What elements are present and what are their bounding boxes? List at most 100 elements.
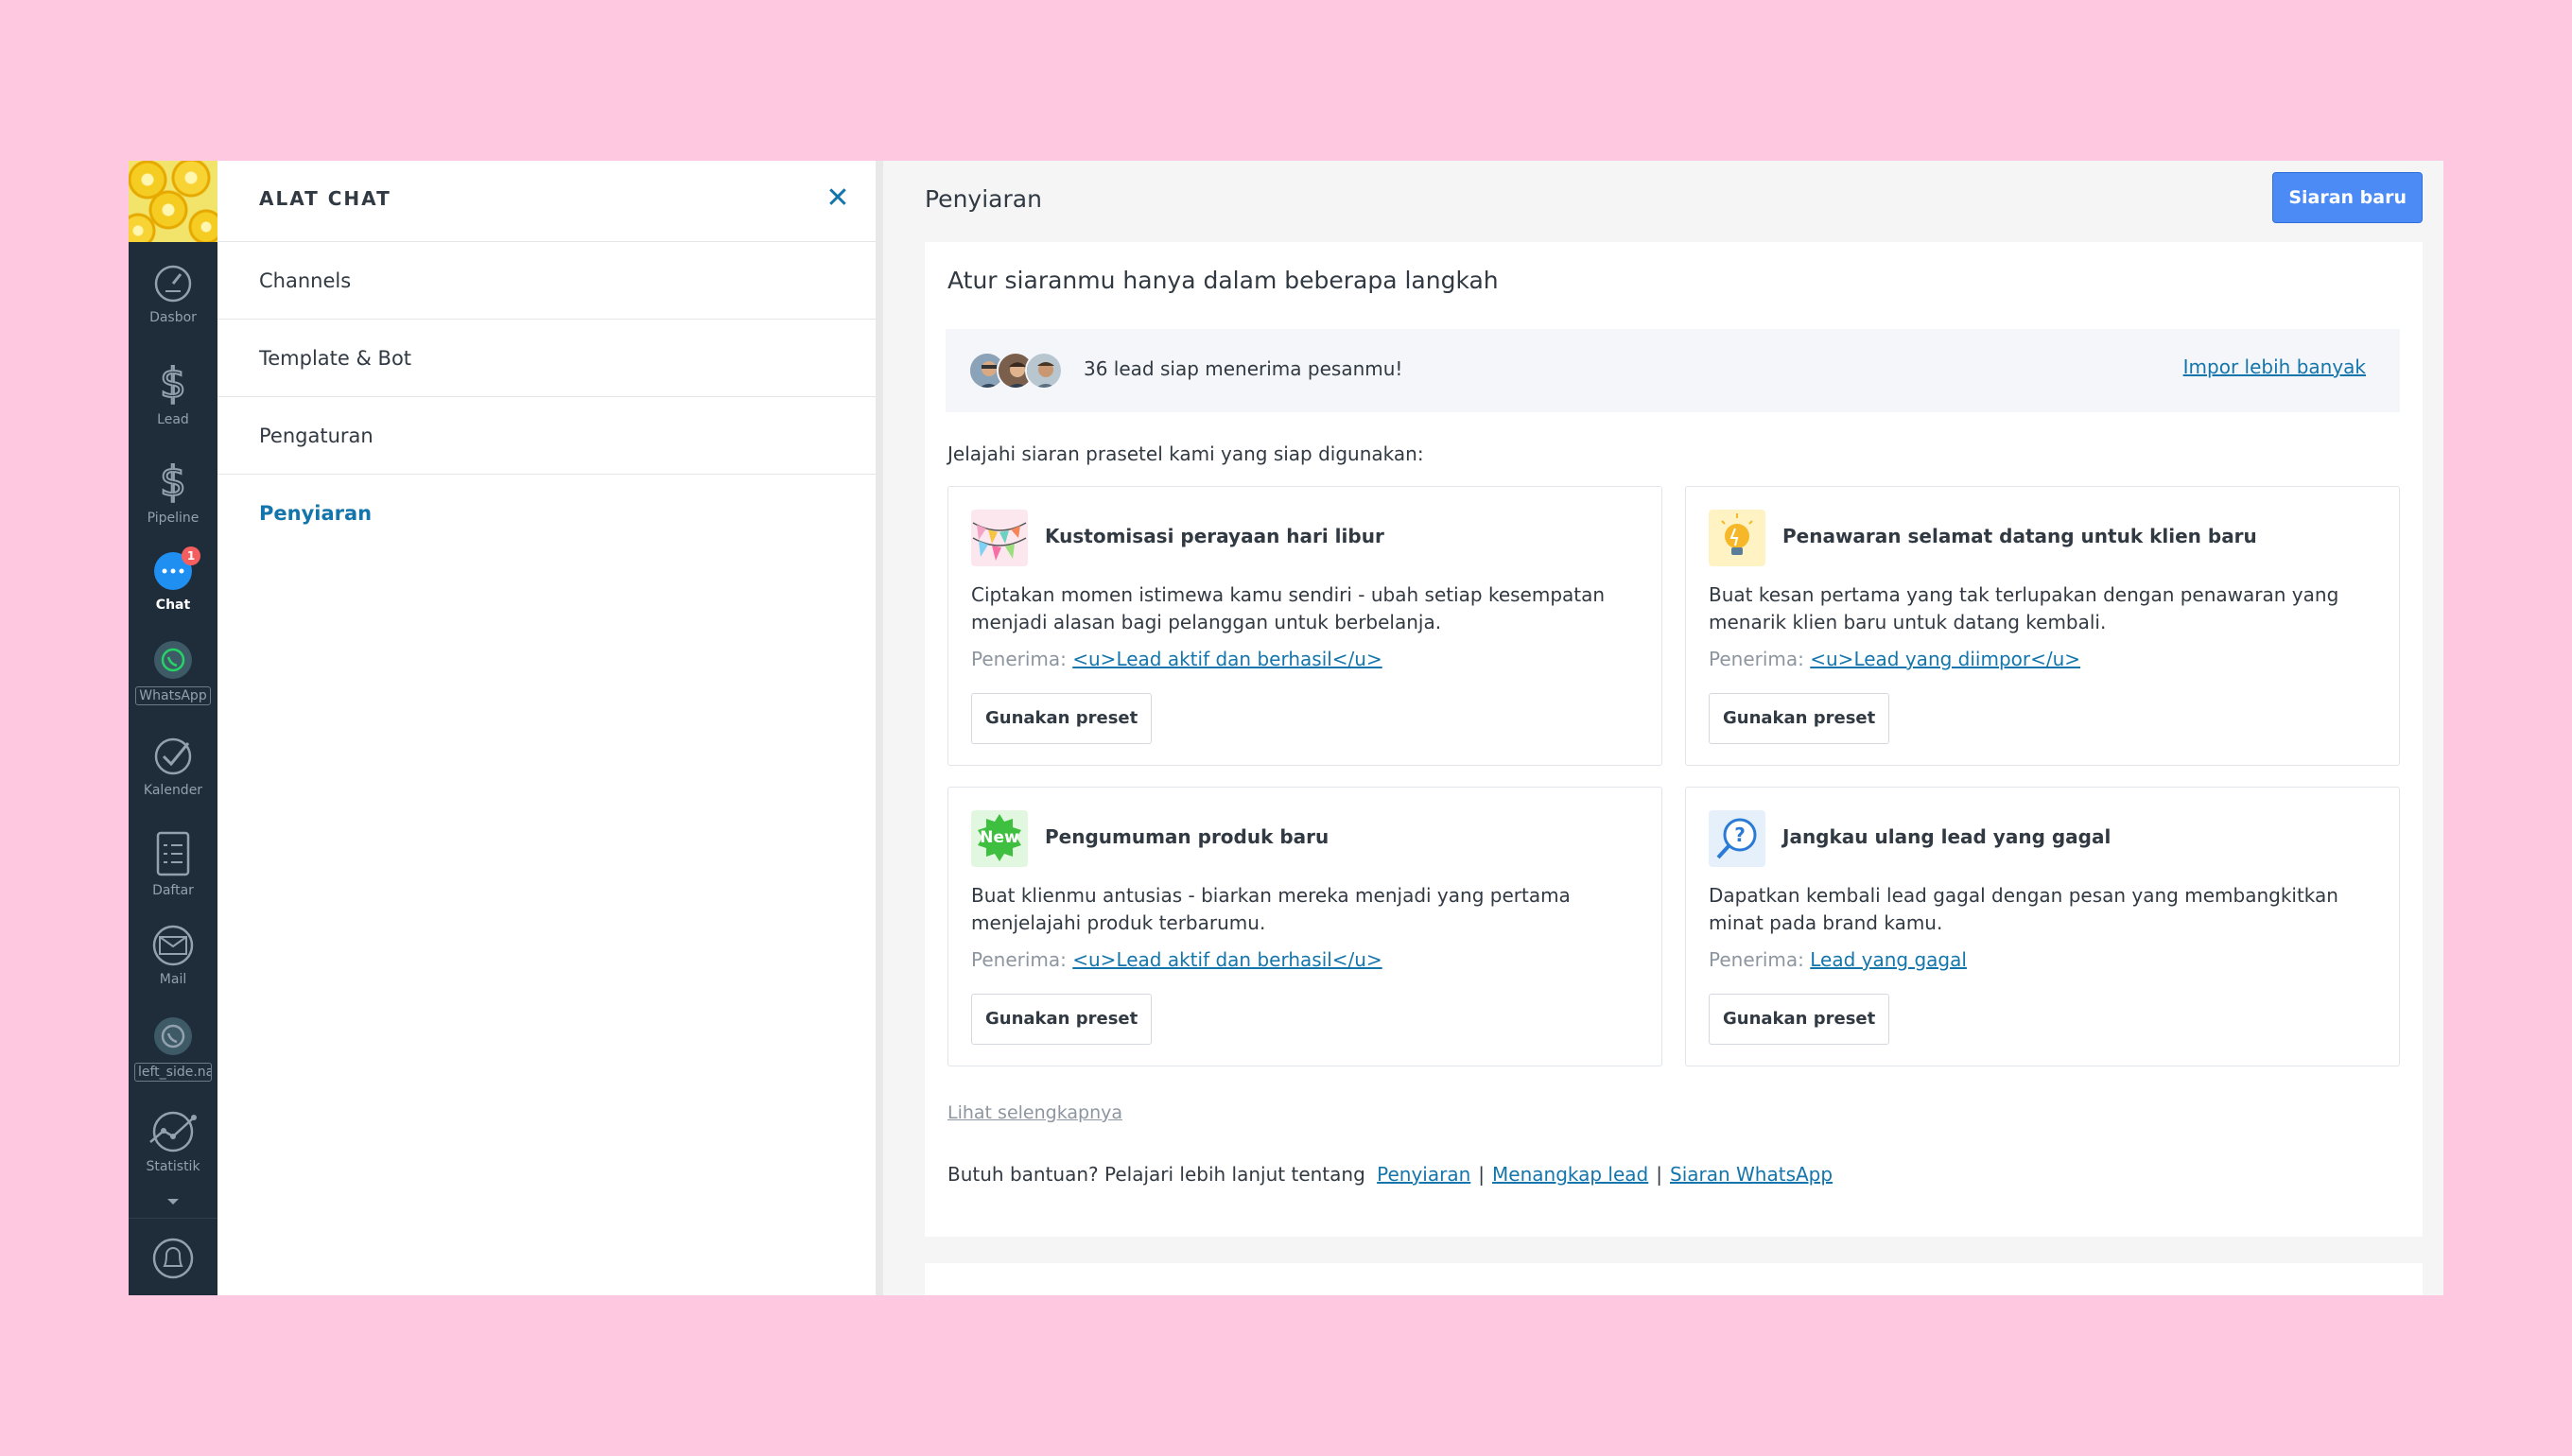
- left-rail: Dasbor $ Lead $ Pipeline 1 Chat WhatsApp…: [129, 161, 217, 1295]
- help-link-penyiaran[interactable]: Penyiaran: [1377, 1163, 1470, 1186]
- panel-item-penyiaran[interactable]: Penyiaran: [217, 475, 876, 552]
- preset-card-new-product: New Pengumuman produk baru Buat klienmu …: [947, 787, 1662, 1066]
- leads-count-text: 36 lead siap menerima pesanmu!: [1084, 357, 1403, 380]
- recipient-link[interactable]: <u>Lead aktif dan berhasil</u>: [1072, 948, 1382, 971]
- page-title: Penyiaran: [925, 185, 1042, 213]
- stats-icon: [149, 1111, 197, 1153]
- panel-item-pengaturan[interactable]: Pengaturan: [217, 397, 876, 475]
- help-link-menangkap-lead[interactable]: Menangkap lead: [1492, 1163, 1648, 1186]
- use-preset-button[interactable]: Gunakan preset: [1709, 693, 1890, 744]
- new-badge-text: New: [980, 828, 1019, 847]
- preset-description: Dapatkan kembali lead gagal dengan pesan…: [1709, 884, 2338, 934]
- rail-label: Statistik: [146, 1159, 200, 1174]
- preset-card-welcome: Penawaran selamat datang untuk klien bar…: [1685, 486, 2400, 766]
- rail-item-pipeline[interactable]: $ Pipeline: [129, 458, 217, 526]
- question-search-icon: ?: [1709, 810, 1765, 867]
- rail-item-daftar[interactable]: Daftar: [129, 830, 217, 898]
- avatar-group: [968, 352, 1072, 390]
- new-broadcast-button[interactable]: Siaran baru: [2272, 172, 2423, 223]
- lightbulb-icon: [1709, 510, 1765, 566]
- use-preset-button[interactable]: Gunakan preset: [971, 693, 1153, 744]
- chevron-down-icon: [167, 1199, 179, 1205]
- preset-recipient: Penerima: <u>Lead aktif dan berhasil</u>: [971, 648, 1382, 670]
- main-content: Penyiaran Siaran baru Atur siaranmu hany…: [891, 161, 2443, 1295]
- new-badge-icon: New: [971, 810, 1028, 867]
- notifications-area: [129, 1218, 217, 1295]
- rail-item-dasbor[interactable]: Dasbor: [129, 263, 217, 325]
- rail-label: left_side.na: [134, 1063, 212, 1082]
- preset-title: Kustomisasi perayaan hari libur: [1045, 525, 1384, 547]
- svg-text:$: $: [160, 359, 186, 407]
- rail-label: Kalender: [143, 783, 203, 798]
- chat-badge: 1: [182, 546, 200, 565]
- svg-text:?: ?: [1734, 823, 1746, 846]
- party-flags-icon: [971, 510, 1028, 566]
- preset-description: Buat kesan pertama yang tak terlupakan d…: [1709, 583, 2339, 633]
- recipient-link[interactable]: <u>Lead yang diimpor</u>: [1810, 648, 2080, 670]
- help-line: Butuh bantuan? Pelajari lebih lanjut ten…: [947, 1163, 1833, 1186]
- rail-item-whatsapp[interactable]: WhatsApp: [129, 639, 217, 709]
- preset-card-failed-leads: ? Jangkau ulang lead yang gagal Dapatkan…: [1685, 787, 2400, 1066]
- rail-label: WhatsApp: [135, 686, 211, 705]
- recipient-label: Penerima:: [971, 948, 1067, 971]
- check-icon: [154, 737, 192, 775]
- setup-card: Atur siaranmu hanya dalam beberapa langk…: [925, 242, 2423, 1237]
- list-icon: [156, 831, 190, 876]
- dollar-icon: $: [159, 458, 187, 505]
- panel-item-channels[interactable]: Channels: [217, 242, 876, 320]
- help-text: Butuh bantuan? Pelajari lebih lanjut ten…: [947, 1163, 1365, 1186]
- help-separator: |: [1656, 1163, 1662, 1186]
- panel-title: ALAT CHAT: [259, 187, 391, 210]
- rail-label: Lead: [157, 412, 189, 427]
- import-more-link[interactable]: Impor lebih banyak: [2183, 355, 2366, 378]
- rail-item-kalender[interactable]: Kalender: [129, 736, 217, 798]
- preset-description: Buat klienmu antusias - biarkan mereka m…: [971, 884, 1571, 934]
- preset-title: Jangkau ulang lead yang gagal: [1782, 825, 2111, 848]
- preset-card-holiday: Kustomisasi perayaan hari libur Ciptakan…: [947, 486, 1662, 766]
- close-icon[interactable]: ✕: [823, 183, 853, 214]
- help-link-siaran-whatsapp[interactable]: Siaran WhatsApp: [1670, 1163, 1833, 1186]
- app-window: Dasbor $ Lead $ Pipeline 1 Chat WhatsApp…: [129, 161, 2443, 1295]
- see-more-link[interactable]: Lihat selengkapnya: [947, 1102, 1122, 1123]
- svg-text:$: $: [160, 458, 186, 505]
- rail-label: Pipeline: [147, 511, 200, 526]
- recipient-link[interactable]: <u>Lead aktif dan berhasil</u>: [1072, 648, 1382, 670]
- rail-item-statistik[interactable]: Statistik: [129, 1110, 217, 1174]
- preset-title: Pengumuman produk baru: [1045, 825, 1329, 848]
- rail-expand-button[interactable]: [129, 1195, 217, 1210]
- card-title: Atur siaranmu hanya dalam beberapa langk…: [947, 267, 1499, 294]
- next-section-card: [925, 1263, 2423, 1295]
- whatsapp-icon: [154, 641, 192, 679]
- rail-item-whatsapp-2[interactable]: left_side.na: [129, 1015, 217, 1085]
- account-logo[interactable]: [129, 161, 217, 242]
- chat-tools-panel: ALAT CHAT ✕ Channels Template & Bot Peng…: [217, 161, 883, 1295]
- preset-description: Ciptakan momen istimewa kamu sendiri - u…: [971, 583, 1606, 633]
- presets-intro: Jelajahi siaran prasetel kami yang siap …: [947, 442, 1424, 465]
- avatar: [1025, 352, 1063, 390]
- rail-label: Chat: [155, 598, 191, 613]
- mail-icon: [152, 925, 194, 966]
- preset-recipient: Penerima: <u>Lead yang diimpor</u>: [1709, 648, 2080, 670]
- leads-summary: 36 lead siap menerima pesanmu! Impor leb…: [946, 329, 2400, 412]
- rail-item-lead[interactable]: $ Lead: [129, 359, 217, 427]
- rail-label: Daftar: [152, 883, 194, 898]
- preset-title: Penawaran selamat datang untuk klien bar…: [1782, 525, 2257, 547]
- rail-item-chat[interactable]: 1 Chat: [129, 546, 217, 613]
- recipient-label: Penerima:: [971, 648, 1067, 670]
- rail-label: Dasbor: [149, 310, 197, 325]
- dashboard-icon: [154, 265, 192, 303]
- whatsapp-icon: [154, 1017, 192, 1055]
- help-separator: |: [1478, 1163, 1486, 1186]
- use-preset-button[interactable]: Gunakan preset: [971, 994, 1153, 1045]
- preset-recipient: Penerima: Lead yang gagal: [1709, 948, 1967, 971]
- panel-header: ALAT CHAT ✕: [217, 161, 876, 242]
- dollar-icon: $: [159, 359, 187, 407]
- recipient-link[interactable]: Lead yang gagal: [1810, 948, 1967, 971]
- panel-item-template-bot[interactable]: Template & Bot: [217, 320, 876, 397]
- preset-recipient: Penerima: <u>Lead aktif dan berhasil</u>: [971, 948, 1382, 971]
- rail-label: Mail: [159, 972, 187, 987]
- recipient-label: Penerima:: [1709, 948, 1804, 971]
- rail-item-mail[interactable]: Mail: [129, 925, 217, 987]
- use-preset-button[interactable]: Gunakan preset: [1709, 994, 1890, 1045]
- bell-icon[interactable]: [152, 1236, 194, 1281]
